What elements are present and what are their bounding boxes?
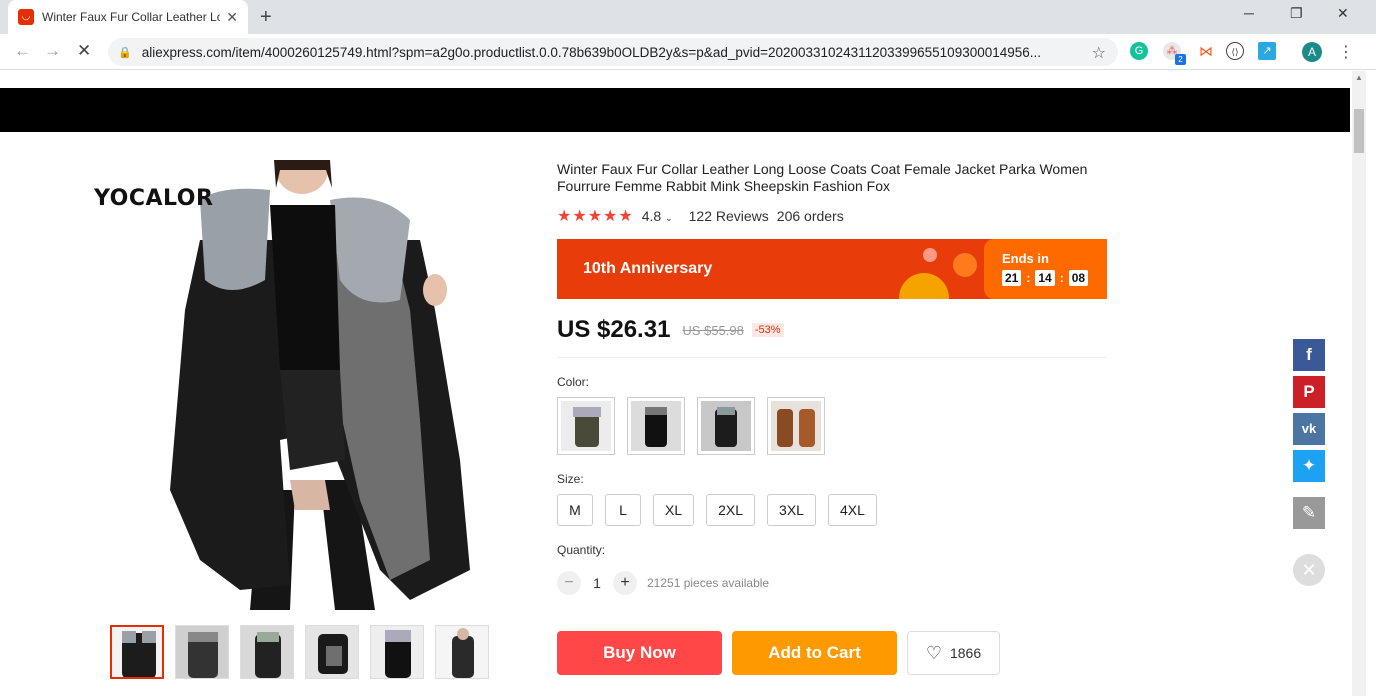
vk-share-icon[interactable]: vk [1293, 413, 1325, 445]
browser-tab[interactable]: ◡ Winter Faux Fur Collar Leather Lo ✕ [8, 0, 248, 34]
coat-photo-illustration [90, 160, 490, 610]
product-main-image[interactable]: YOCALOR [90, 160, 490, 610]
quantity-stepper: − 1 + 21251 pieces available [557, 571, 769, 595]
browser-tab-bar: ◡ Winter Faux Fur Collar Leather Lo ✕ + … [0, 0, 1376, 34]
menu-kebab-icon[interactable]: ⋮ [1338, 42, 1354, 62]
twitter-share-icon[interactable]: ✦ [1293, 450, 1325, 482]
current-price: US $26.31 [557, 316, 671, 343]
size-option-l[interactable]: L [605, 494, 641, 526]
ends-in-label: Ends in [1002, 251, 1049, 266]
divider [557, 357, 1107, 358]
url-text: aliexpress.com/item/4000260125749.html?s… [141, 44, 1042, 60]
thumbnail-4[interactable] [305, 625, 359, 679]
reviews-link[interactable]: 122 Reviews [689, 208, 769, 224]
facebook-share-icon[interactable]: f [1293, 339, 1325, 371]
countdown-panel: Ends in 21 : 14 : 08 [984, 239, 1107, 299]
lock-icon: 🔒 [118, 46, 132, 59]
decor-bubble [953, 253, 977, 277]
rating-stars-icon: ★★★★★ [557, 208, 634, 225]
product-title: Winter Faux Fur Collar Leather Long Loos… [557, 161, 1088, 194]
thumbnail-5[interactable] [370, 625, 424, 679]
new-tab-icon[interactable]: + [260, 6, 272, 29]
countdown-hours: 21 [1002, 270, 1022, 286]
close-share-icon[interactable]: ✕ [1293, 554, 1325, 586]
address-bar[interactable]: 🔒 aliexpress.com/item/4000260125749.html… [108, 38, 1118, 66]
countdown-timer: 21 : 14 : 08 [1002, 270, 1089, 286]
page-scrollbar[interactable]: ▲ [1352, 71, 1366, 696]
original-price: US $55.98 [682, 322, 744, 338]
color-option-3[interactable] [697, 397, 755, 455]
color-options [557, 397, 825, 455]
color-option-4[interactable] [767, 397, 825, 455]
browser-toolbar: ← → ✕ 🔒 aliexpress.com/item/400026012574… [0, 34, 1376, 70]
minimize-icon[interactable]: ─ [1244, 5, 1254, 21]
thumbnail-1[interactable] [110, 625, 164, 679]
discount-badge: -53% [751, 323, 784, 337]
window-close-icon[interactable]: ✕ [1337, 5, 1349, 22]
tab-close-icon[interactable]: ✕ [226, 9, 238, 26]
code-extension-icon[interactable]: ⟨⟩ [1226, 42, 1244, 60]
wishlist-button[interactable]: ♡ 1866 [907, 631, 1000, 675]
share-extension-icon[interactable]: ⋈ [1197, 42, 1215, 60]
orders-count: 206 orders [776, 208, 844, 224]
back-icon[interactable]: ← [14, 41, 31, 61]
size-option-4xl[interactable]: 4XL [827, 494, 877, 526]
forward-icon[interactable]: → [44, 41, 61, 61]
heart-icon: ♡ [925, 642, 942, 663]
thumbnail-6[interactable] [435, 625, 489, 679]
size-option-m[interactable]: M [557, 494, 593, 526]
countdown-separator: : [1026, 271, 1031, 285]
maximize-icon[interactable]: ❐ [1290, 5, 1303, 22]
color-label: Color: [557, 375, 590, 389]
external-extension-icon[interactable]: ↗ [1258, 42, 1276, 60]
decor-bubble [923, 248, 937, 262]
size-option-3xl[interactable]: 3XL [767, 494, 816, 526]
increase-quantity-button[interactable]: + [613, 571, 637, 595]
thumbnail-2[interactable] [175, 625, 229, 679]
price-row: US $26.31 US $55.98 -53% [557, 316, 784, 344]
aliexpress-favicon-icon: ◡ [18, 9, 34, 25]
thumbnail-gallery [110, 625, 489, 679]
quantity-value[interactable]: 1 [581, 575, 613, 591]
scroll-up-icon[interactable]: ▲ [1355, 73, 1363, 82]
promo-label: 10th Anniversary [583, 260, 713, 277]
extension-badge: 2 [1175, 54, 1186, 65]
quantity-label: Quantity: [557, 543, 606, 557]
decor-bubble [899, 273, 949, 299]
color-option-1[interactable] [557, 397, 615, 455]
countdown-separator: : [1059, 271, 1064, 285]
buy-now-button[interactable]: Buy Now [557, 631, 722, 675]
page-content: YOCALOR Winter Faux Fur Collar Leather L… [0, 71, 1352, 696]
grammarly-extension-icon[interactable]: G [1130, 42, 1148, 60]
size-label: Size: [557, 472, 584, 486]
stop-loading-icon[interactable]: ✕ [77, 41, 91, 61]
size-option-2xl[interactable]: 2XL [706, 494, 756, 526]
color-option-2[interactable] [627, 397, 685, 455]
add-to-cart-button[interactable]: Add to Cart [732, 631, 897, 675]
scroll-thumb[interactable] [1354, 109, 1364, 153]
thumbnail-3[interactable] [240, 625, 294, 679]
tab-title: Winter Faux Fur Collar Leather Lo [42, 10, 221, 24]
rating-value[interactable]: 4.8 ⌄ [642, 208, 673, 224]
size-options: M L XL 2XL 3XL 4XL [557, 494, 877, 526]
countdown-seconds: 08 [1068, 270, 1089, 286]
wishlist-count: 1866 [949, 645, 982, 661]
profile-avatar[interactable]: A [1302, 42, 1322, 62]
header-banner [0, 88, 1350, 132]
countdown-minutes: 14 [1035, 270, 1055, 286]
size-option-xl[interactable]: XL [653, 494, 695, 526]
bookmark-star-icon[interactable]: ☆ [1092, 43, 1106, 63]
pinterest-share-icon[interactable]: P [1293, 376, 1325, 408]
decrease-quantity-button[interactable]: − [557, 571, 581, 595]
rating-row: ★★★★★ 4.8 ⌄ 122 Reviews 206 orders [557, 206, 844, 226]
brand-watermark: YOCALOR [94, 186, 214, 211]
available-stock: 21251 pieces available [647, 576, 770, 590]
edit-pencil-icon[interactable]: ✎ [1293, 497, 1325, 529]
promo-banner[interactable]: 10th Anniversary Ends in 21 : 14 : 08 [557, 239, 1107, 299]
